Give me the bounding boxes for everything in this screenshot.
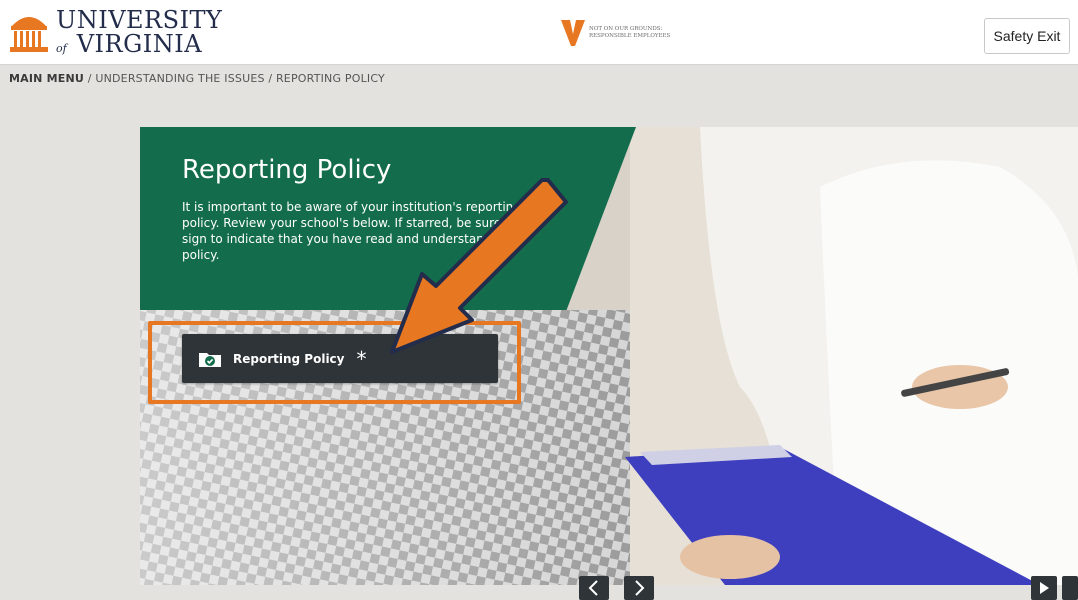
uva-wordmark-line1: UNIVERSITY [56, 6, 223, 34]
app-header: UNIVERSITY of VIRGINIA NOT ON OUR GROUNDS… [0, 0, 1078, 65]
play-button[interactable] [1031, 576, 1057, 600]
uva-rotunda-icon [10, 17, 48, 52]
prev-slide-button[interactable] [579, 576, 609, 600]
reporting-policy-button[interactable]: Reporting Policy * [182, 334, 498, 383]
breadcrumb-separator: / [84, 72, 96, 85]
required-star: * [356, 346, 367, 371]
uva-wordmark: UNIVERSITY of VIRGINIA [56, 8, 222, 56]
breadcrumb-item-reporting-policy: REPORTING POLICY [275, 72, 385, 85]
center-logo: NOT ON OUR GROUNDS: RESPONSIBLE EMPLOYEE… [561, 20, 670, 46]
uva-logo: UNIVERSITY of VIRGINIA [8, 8, 222, 56]
reporting-policy-button-label: Reporting Policy [233, 351, 345, 366]
uva-wordmark-line2: VIRGINIA [76, 30, 203, 58]
course-slide: Reporting Policy It is important to be a… [140, 127, 1078, 585]
breadcrumb-separator: / [264, 72, 276, 85]
player-control-button[interactable] [1062, 576, 1078, 600]
safety-exit-button[interactable]: Safety Exit [984, 18, 1070, 54]
breadcrumb-item-understanding[interactable]: UNDERSTANDING THE ISSUES [95, 72, 264, 85]
slide-title: Reporting Policy [182, 155, 392, 185]
chevron-left-icon [588, 580, 598, 596]
breadcrumb: MAIN MENU / UNDERSTANDING THE ISSUES / R… [9, 72, 385, 85]
uva-wordmark-of: of [56, 42, 67, 55]
next-slide-button[interactable] [624, 576, 654, 600]
center-logo-line1: NOT ON OUR GROUNDS: [589, 26, 663, 33]
slide-body-text: It is important to be aware of your inst… [182, 200, 533, 262]
folder-check-icon [199, 352, 221, 367]
play-icon [1040, 582, 1049, 594]
breadcrumb-main-menu[interactable]: MAIN MENU [9, 72, 84, 85]
v-logo-icon [561, 20, 585, 46]
center-logo-line2: RESPONSIBLE EMPLOYEES [589, 33, 671, 39]
center-logo-text: NOT ON OUR GROUNDS: RESPONSIBLE EMPLOYEE… [589, 26, 670, 40]
chevron-right-icon [635, 580, 645, 596]
